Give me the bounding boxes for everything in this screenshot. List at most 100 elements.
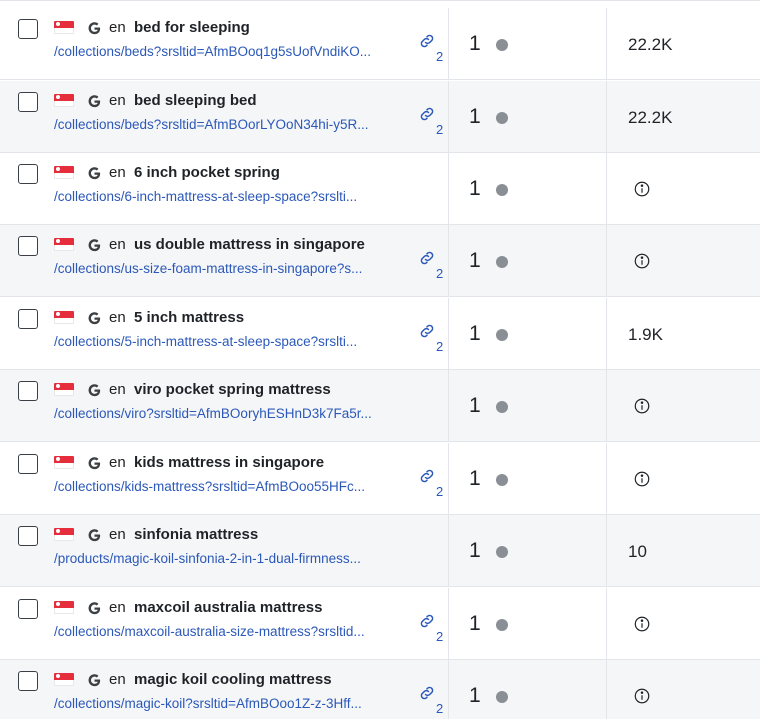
language-code: en: [109, 309, 126, 326]
language-code: en: [109, 526, 126, 543]
position-dot-icon: [496, 401, 508, 413]
position-cell: 1: [449, 298, 607, 369]
table-row: en kids mattress in singapore /collectio…: [0, 443, 760, 515]
row-checkbox[interactable]: [18, 454, 38, 474]
position-value: 1: [469, 612, 481, 635]
position-value: 1: [469, 322, 481, 345]
row-checkbox[interactable]: [18, 92, 38, 112]
position-cell: 1: [449, 81, 607, 152]
row-checkbox[interactable]: [18, 381, 38, 401]
volume-cell: 22.2K: [607, 8, 760, 79]
table-row: en 5 inch mattress /collections/5-inch-m…: [0, 298, 760, 370]
ranking-url-link[interactable]: /collections/6-inch-mattress-at-sleep-sp…: [54, 189, 400, 204]
position-cell: 1: [449, 588, 607, 659]
keyword-cell: en maxcoil australia mattress /collectio…: [0, 588, 449, 659]
keyword-text: bed sleeping bed: [134, 92, 257, 109]
position-value: 1: [469, 394, 481, 417]
volume-cell: [607, 443, 760, 514]
ranking-url-link[interactable]: /collections/beds?srsltid=AfmBOoq1g5sUof…: [54, 44, 400, 59]
info-icon[interactable]: [633, 687, 651, 705]
position-cell: 1: [449, 515, 607, 586]
row-checkbox[interactable]: [18, 309, 38, 329]
row-checkbox[interactable]: [18, 236, 38, 256]
link-icon[interactable]: [418, 32, 436, 50]
ranking-url-link[interactable]: /collections/5-inch-mattress-at-sleep-sp…: [54, 334, 400, 349]
singapore-flag-icon: [54, 528, 74, 541]
row-checkbox[interactable]: [18, 671, 38, 691]
google-icon: [88, 167, 101, 180]
google-icon: [88, 312, 101, 325]
row-checkbox[interactable]: [18, 19, 38, 39]
keyword-cell: en viro pocket spring mattress /collecti…: [0, 370, 449, 441]
ranking-url-link[interactable]: /products/magic-koil-sinfonia-2-in-1-dua…: [54, 551, 400, 566]
singapore-flag-icon: [54, 456, 74, 469]
info-icon[interactable]: [633, 180, 651, 198]
keyword-cell: en 6 inch pocket spring /collections/6-i…: [0, 153, 449, 224]
google-icon: [88, 239, 101, 252]
link-icon[interactable]: [418, 105, 436, 123]
link-icon[interactable]: [418, 612, 436, 630]
ranking-url-link[interactable]: /collections/viro?srsltid=AfmBOoryhESHnD…: [54, 406, 400, 421]
keyword-cell: en kids mattress in singapore /collectio…: [0, 443, 449, 514]
position-dot-icon: [496, 184, 508, 196]
position-dot-icon: [496, 474, 508, 486]
link-count: 2: [436, 49, 444, 64]
keyword-cell: en 5 inch mattress /collections/5-inch-m…: [0, 298, 449, 369]
row-checkbox[interactable]: [18, 526, 38, 546]
row-checkbox[interactable]: [18, 599, 38, 619]
position-value: 1: [469, 249, 481, 272]
volume-cell: 1.9K: [607, 298, 760, 369]
link-count: 2: [436, 266, 444, 281]
info-icon[interactable]: [633, 615, 651, 633]
ranking-url-link[interactable]: /collections/beds?srsltid=AfmBOorLYOoN34…: [54, 117, 400, 132]
table-row: en us double mattress in singapore /coll…: [0, 225, 760, 297]
link-icon[interactable]: [418, 467, 436, 485]
table-row: en 6 inch pocket spring /collections/6-i…: [0, 153, 760, 225]
ranking-url-link[interactable]: /collections/magic-koil?srsltid=AfmBOoo1…: [54, 696, 400, 711]
volume-value: 22.2K: [628, 108, 673, 127]
keyword-text: viro pocket spring mattress: [134, 381, 331, 398]
info-icon[interactable]: [633, 470, 651, 488]
row-checkbox[interactable]: [18, 164, 38, 184]
ranking-url-link[interactable]: /collections/maxcoil-australia-size-matt…: [54, 624, 400, 639]
link-count: 2: [436, 339, 444, 354]
link-icon[interactable]: [418, 249, 436, 267]
position-value: 1: [469, 467, 481, 490]
keyword-table: en bed for sleeping /collections/beds?sr…: [0, 0, 760, 719]
position-value: 1: [469, 105, 481, 128]
singapore-flag-icon: [54, 94, 74, 107]
singapore-flag-icon: [54, 383, 74, 396]
google-icon: [88, 602, 101, 615]
language-code: en: [109, 236, 126, 253]
keyword-cell: en bed for sleeping /collections/beds?sr…: [0, 8, 449, 79]
google-icon: [88, 529, 101, 542]
keyword-cell: en magic koil cooling mattress /collecti…: [0, 660, 449, 719]
position-dot-icon: [496, 546, 508, 558]
volume-cell: 22.2K: [607, 81, 760, 152]
keyword-text: magic koil cooling mattress: [134, 671, 332, 688]
position-value: 1: [469, 32, 481, 55]
link-icon[interactable]: [418, 322, 436, 340]
table-row: en sinfonia mattress /products/magic-koi…: [0, 515, 760, 587]
info-icon[interactable]: [633, 397, 651, 415]
position-value: 1: [469, 684, 481, 707]
language-code: en: [109, 381, 126, 398]
singapore-flag-icon: [54, 21, 74, 34]
link-count: 2: [436, 122, 444, 137]
language-code: en: [109, 19, 126, 36]
keyword-text: 6 inch pocket spring: [134, 164, 280, 181]
volume-cell: [607, 588, 760, 659]
keyword-text: us double mattress in singapore: [134, 236, 365, 253]
ranking-url-link[interactable]: /collections/kids-mattress?srsltid=AfmBO…: [54, 479, 400, 494]
google-icon: [88, 22, 101, 35]
link-icon[interactable]: [418, 684, 436, 702]
info-icon[interactable]: [633, 252, 651, 270]
singapore-flag-icon: [54, 601, 74, 614]
position-cell: 1: [449, 370, 607, 441]
language-code: en: [109, 92, 126, 109]
volume-cell: [607, 225, 760, 296]
position-dot-icon: [496, 39, 508, 51]
table-row: en bed for sleeping /collections/beds?sr…: [0, 8, 760, 80]
ranking-url-link[interactable]: /collections/us-size-foam-mattress-in-si…: [54, 261, 400, 276]
position-dot-icon: [496, 619, 508, 631]
